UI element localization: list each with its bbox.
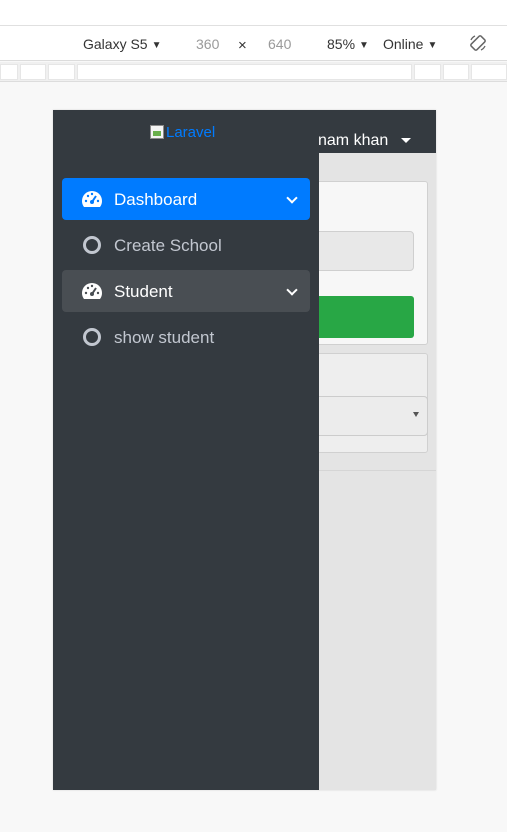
sidebar-item-label: Dashboard — [114, 190, 198, 209]
select-dropdown[interactable] — [308, 396, 428, 436]
sidebar-item-student[interactable]: Student — [62, 270, 310, 312]
user-dropdown[interactable]: nam khan — [318, 132, 388, 150]
sidebar-item-label: show student — [114, 328, 215, 347]
times-symbol: × — [238, 37, 247, 54]
ruler-segment — [414, 64, 441, 80]
zoom-value: 85% — [327, 36, 356, 52]
ruler-segment — [48, 64, 75, 80]
sidebar-item-label: Student — [114, 282, 173, 301]
logo-alt-text: Laravel — [166, 124, 216, 141]
tachometer-icon — [81, 191, 103, 207]
device-viewport: nam khan ghts Laravel — [53, 110, 436, 790]
caret-down-icon: ▼ — [151, 40, 162, 51]
footer-divider — [308, 470, 436, 471]
devtools-top-strip — [0, 0, 507, 26]
ruler-segment — [20, 64, 46, 80]
sidebar-item-label: Create School — [114, 236, 222, 255]
caret-down-icon: ▼ — [427, 40, 438, 51]
sidebar-item-dashboard[interactable]: Dashboard — [62, 178, 310, 220]
network-value: Online — [383, 36, 424, 52]
text-input[interactable] — [308, 231, 414, 271]
ruler-segment — [0, 64, 18, 80]
sidebar-item-show-student[interactable]: show student — [62, 316, 310, 358]
device-name: Galaxy S5 — [83, 36, 148, 52]
chevron-down-icon — [286, 192, 298, 204]
rotate-icon[interactable] — [468, 33, 488, 53]
submit-button[interactable] — [308, 296, 414, 338]
ruler-segment — [443, 64, 469, 80]
circle-icon — [83, 236, 101, 254]
broken-image-icon — [150, 125, 164, 139]
width-input[interactable]: 360 — [196, 35, 219, 53]
ruler-segment — [77, 64, 412, 80]
caret-down-icon[interactable] — [401, 138, 411, 143]
sidebar: Laravel Dashboard Create School Student … — [53, 110, 319, 790]
caret-down-icon: ▼ — [359, 40, 369, 51]
circle-icon — [83, 328, 101, 346]
sidebar-item-create-school[interactable]: Create School — [62, 224, 310, 266]
zoom-select[interactable]: 85% ▼ — [327, 35, 369, 56]
height-input[interactable]: 640 — [268, 35, 291, 53]
caret-down-icon — [413, 412, 419, 417]
chevron-down-icon — [286, 284, 298, 296]
brand-logo[interactable]: Laravel — [150, 124, 215, 141]
device-select[interactable]: Galaxy S5 ▼ — [83, 35, 162, 56]
ruler-segment — [471, 64, 507, 80]
network-select[interactable]: Online ▼ — [383, 35, 437, 56]
tachometer-icon — [81, 283, 103, 299]
media-query-ruler — [0, 62, 507, 82]
device-toolbar: Galaxy S5 ▼ 360 × 640 85% ▼ Online ▼ — [0, 26, 507, 61]
